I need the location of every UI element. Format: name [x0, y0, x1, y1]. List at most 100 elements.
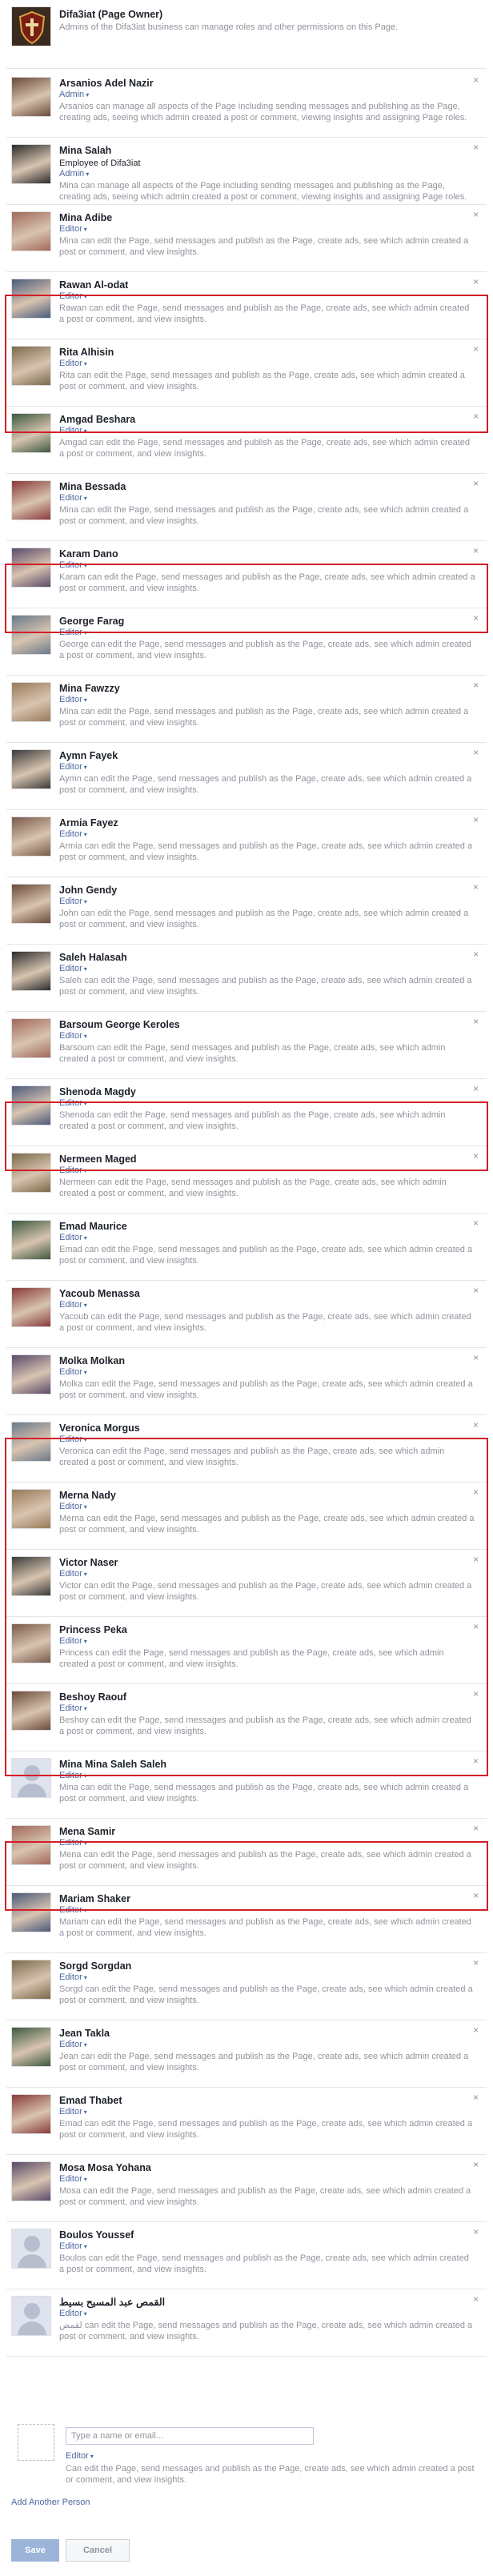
role-selector[interactable]: Editor ▾ [59, 628, 475, 638]
role-selector[interactable]: Editor ▾ [59, 695, 475, 705]
remove-person-close-icon[interactable]: × [473, 1958, 479, 1968]
role-selector[interactable]: Editor ▾ [59, 493, 475, 504]
role-description: Saleh can edit the Page, send messages a… [59, 976, 472, 997]
role-selector[interactable]: Editor ▾ [59, 2040, 475, 2050]
remove-person-close-icon[interactable]: × [473, 2092, 479, 2102]
role-selector[interactable]: Editor ▾ [59, 224, 475, 235]
remove-person-close-icon[interactable]: × [473, 748, 479, 757]
person-name: Rawan Al-odat [59, 279, 129, 291]
person-info: George Farag Editor ▾ George can edit the P… [59, 615, 475, 661]
person-name: Jean Takla [59, 2028, 110, 2039]
cancel-button[interactable]: Cancel [66, 2539, 130, 2562]
remove-person-close-icon[interactable]: × [473, 1420, 479, 1430]
remove-person-close-icon[interactable]: × [473, 1218, 479, 1228]
remove-person-close-icon[interactable]: × [473, 1689, 479, 1699]
role-selector[interactable]: Editor ▾ [59, 964, 475, 974]
remove-person-close-icon[interactable]: × [473, 2294, 479, 2304]
remove-person-close-icon[interactable]: × [473, 1487, 479, 1497]
chevron-down-icon: ▾ [83, 2041, 87, 2048]
remove-person-close-icon[interactable]: × [473, 1151, 479, 1161]
role-selector[interactable]: Editor ▾ [59, 1502, 475, 1512]
role-selector[interactable]: Editor ▾ [59, 762, 475, 772]
role-selector[interactable]: Editor ▾ [59, 1636, 475, 1647]
role-selector[interactable]: Editor ▾ [59, 1367, 475, 1378]
avatar [11, 682, 51, 722]
person-row: Rita Alhisin Editor ▾ Rita can edit the Pag… [6, 338, 487, 407]
avatar [11, 1489, 51, 1529]
role-selector[interactable]: Editor ▾ [59, 1031, 475, 1041]
role-selector[interactable]: Editor ▾ [59, 1703, 475, 1714]
avatar [11, 2094, 51, 2134]
owner-description: Admins of the Difa3iat business can mana… [59, 22, 399, 32]
remove-person-close-icon[interactable]: × [473, 1891, 479, 1900]
avatar [11, 1556, 51, 1596]
role-selector[interactable]: Admin ▾ [59, 169, 475, 179]
role-selector[interactable]: Editor ▾ [59, 560, 475, 571]
person-row: Emad Maurice Editor ▾ Emad can edit the Pag… [6, 1212, 487, 1281]
role-selector[interactable]: Editor ▾ [59, 1434, 475, 1445]
person-row: Merna Nady Editor ▾ Merna can edit the Page… [6, 1481, 487, 1550]
remove-person-close-icon[interactable]: × [473, 882, 479, 892]
role-selector[interactable]: Editor ▾ [59, 1771, 475, 1781]
remove-person-close-icon[interactable]: × [473, 75, 479, 85]
role-selector[interactable]: Editor ▾ [59, 2241, 475, 2252]
remove-person-close-icon[interactable]: × [473, 344, 479, 354]
remove-person-close-icon[interactable]: × [473, 1756, 479, 1766]
remove-person-close-icon[interactable]: × [473, 277, 479, 287]
role-selector[interactable]: Editor ▾ [59, 2107, 475, 2117]
remove-person-close-icon[interactable]: × [473, 1353, 479, 1362]
role-selector[interactable]: Editor ▾ [59, 426, 475, 436]
remove-person-close-icon[interactable]: × [473, 411, 479, 421]
role-selector[interactable]: Admin ▾ [59, 90, 475, 100]
remove-person-close-icon[interactable]: × [473, 2227, 479, 2237]
remove-person-close-icon[interactable]: × [473, 949, 479, 959]
remove-person-close-icon[interactable]: × [473, 1286, 479, 1295]
remove-person-close-icon[interactable]: × [473, 210, 479, 219]
person-row: Amgad Beshara Editor ▾ Amgad can edit the P… [6, 405, 487, 474]
role-description: Merna can edit the Page, send messages a… [59, 1514, 475, 1535]
remove-person-close-icon[interactable]: × [473, 1622, 479, 1631]
remove-person-close-icon[interactable]: × [473, 1555, 479, 1564]
role-label: Editor [59, 2174, 82, 2184]
role-selector[interactable]: Editor ▾ [59, 1300, 475, 1310]
add-another-person-link[interactable]: Add Another Person [11, 2498, 90, 2507]
person-row: Armia Fayez Editor ▾ Armia can edit the Pag… [6, 809, 487, 877]
person-row: Veronica Morgus Editor ▾ Veronica can edit … [6, 1414, 487, 1483]
remove-person-close-icon[interactable]: × [473, 2025, 479, 2035]
person-name: Merna Nady [59, 1490, 116, 1501]
role-label: Editor [59, 628, 82, 637]
role-selector[interactable]: Editor ▾ [59, 2309, 475, 2319]
role-selector[interactable]: Editor ▾ [59, 1233, 475, 1243]
avatar [11, 951, 51, 991]
role-selector[interactable]: Editor ▾ [59, 1838, 475, 1848]
role-label: Editor [59, 560, 82, 570]
role-selector[interactable]: Editor ▾ [66, 2451, 94, 2462]
role-selector[interactable]: Editor ▾ [59, 2174, 475, 2185]
role-selector[interactable]: Editor ▾ [59, 1569, 475, 1579]
remove-person-close-icon[interactable]: × [473, 142, 479, 152]
role-selector[interactable]: Editor ▾ [59, 1098, 475, 1109]
role-selector[interactable]: Editor ▾ [59, 829, 475, 840]
role-selector[interactable]: Editor ▾ [59, 359, 475, 369]
remove-person-close-icon[interactable]: × [473, 1084, 479, 1093]
role-selector[interactable]: Editor ▾ [59, 1166, 475, 1176]
role-selector[interactable]: Editor ▾ [59, 897, 475, 907]
remove-person-close-icon[interactable]: × [473, 479, 479, 488]
remove-person-close-icon[interactable]: × [473, 2160, 479, 2169]
remove-person-close-icon[interactable]: × [473, 815, 479, 825]
remove-person-close-icon[interactable]: × [473, 613, 479, 623]
save-button[interactable]: Save [11, 2539, 59, 2562]
person-search-input[interactable] [66, 2427, 314, 2445]
person-info: Jean Takla Editor ▾ Jean can edit the Page,… [59, 2027, 475, 2073]
remove-person-close-icon[interactable]: × [473, 546, 479, 556]
remove-person-close-icon[interactable]: × [473, 1017, 479, 1026]
role-selector[interactable]: Editor ▾ [59, 1905, 475, 1916]
role-selector[interactable]: Editor ▾ [59, 291, 475, 302]
remove-person-close-icon[interactable]: × [473, 1824, 479, 1833]
role-label: Editor [66, 2451, 89, 2461]
person-row: Beshoy Raouf Editor ▾ Beshoy can edit the P… [6, 1683, 487, 1751]
person-name: Yacoub Menassa [59, 1288, 140, 1299]
person-info: Saleh Halasah Editor ▾ Saleh can edit the P… [59, 951, 475, 997]
role-selector[interactable]: Editor ▾ [59, 1972, 475, 1983]
remove-person-close-icon[interactable]: × [473, 680, 479, 690]
